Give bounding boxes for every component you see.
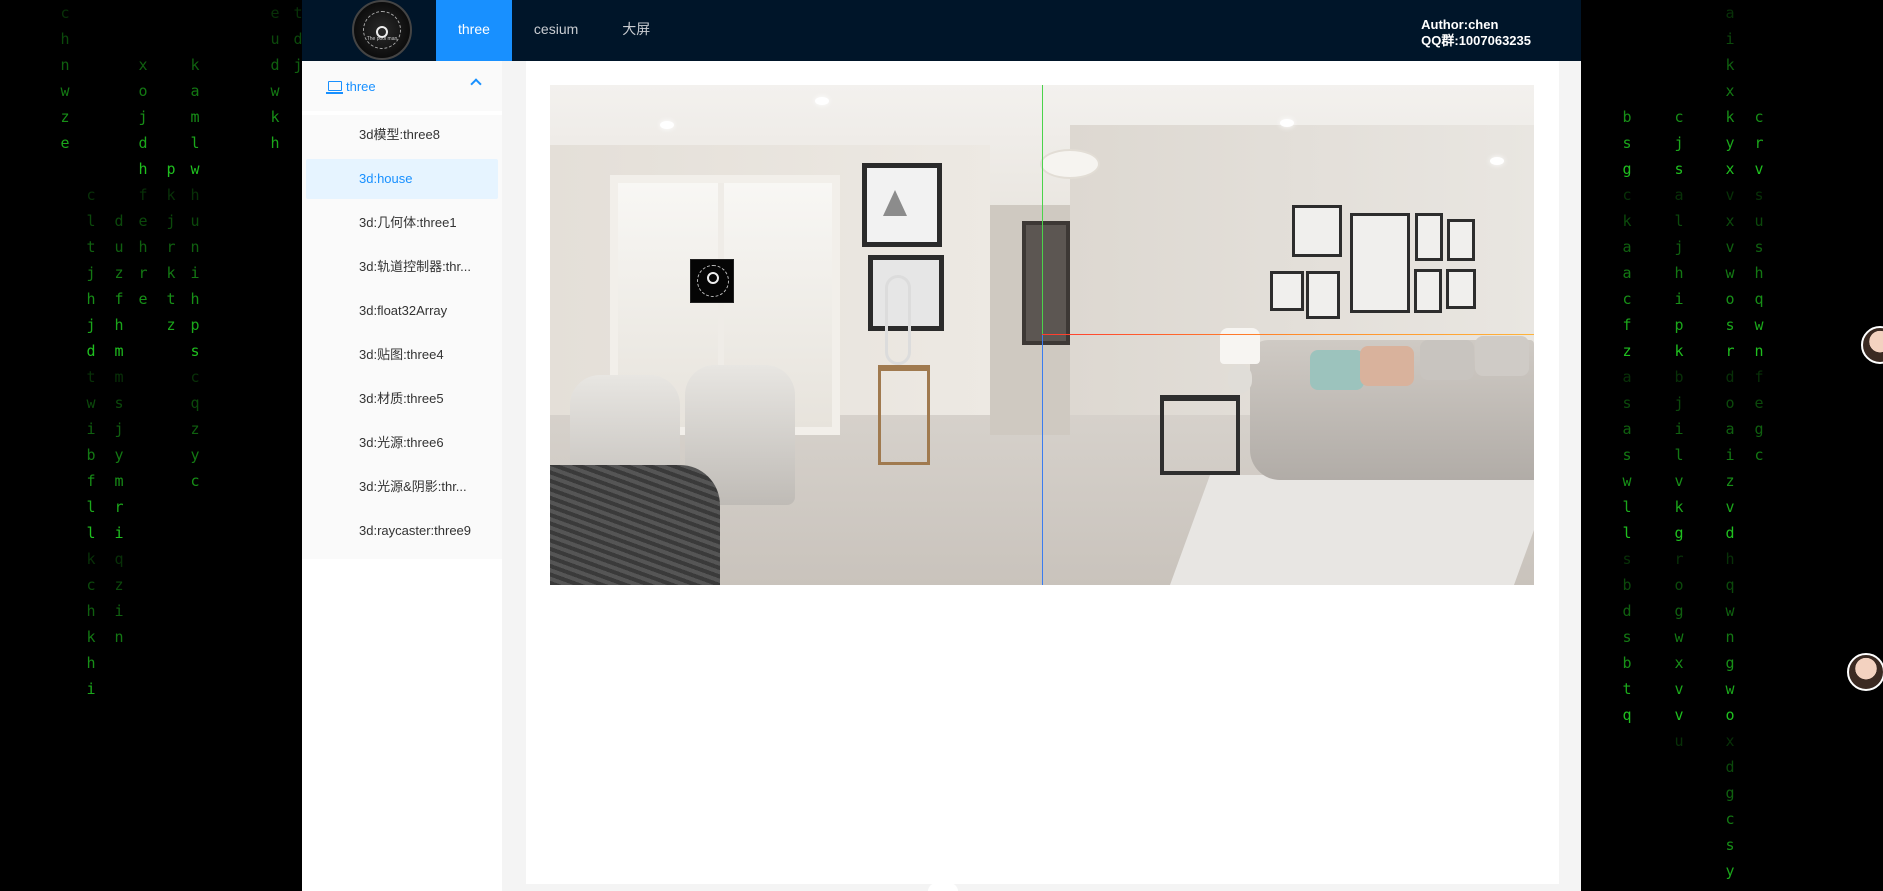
laptop-icon: [326, 81, 343, 94]
scene-wall-art: [1270, 271, 1304, 311]
axis-z-line: [1042, 335, 1043, 585]
main-content: [526, 61, 1559, 884]
sidebar-item-three6[interactable]: 3d:光源:three6: [306, 423, 498, 463]
scene-logo-sprite[interactable]: [690, 259, 734, 303]
nav-item-three[interactable]: three: [436, 0, 512, 61]
scene-wall-art: [1350, 213, 1410, 313]
scene-picture-frame: [862, 163, 942, 247]
matrix-rain-column: aikxkyxvxvwosrdoaizvdhqwngwoxdgcsy: [1725, 4, 1735, 880]
scene-stand: [878, 365, 930, 465]
scene-wall-art: [1415, 213, 1443, 261]
floating-avatar[interactable]: [1847, 653, 1883, 691]
nav-item-cesium[interactable]: cesium: [512, 0, 600, 61]
scene-wall-art: [1414, 269, 1442, 313]
axis-y-line: [1042, 85, 1043, 335]
matrix-rain-column: pkjrktz: [166, 160, 176, 334]
scene-wall-art: [1446, 269, 1476, 309]
matrix-rain-column: xojdhfehre: [138, 56, 148, 308]
scene-dining-table: [550, 465, 720, 585]
sidebar-item-three4[interactable]: 3d:贴图:three4: [306, 335, 498, 375]
top-navbar: The pool man three cesium 大屏 Author:chen…: [302, 0, 1581, 61]
scene-downlight: [815, 97, 829, 105]
submenu-items: 3d模型:three8 3d:house 3d:几何体:three1 3d:轨道…: [302, 115, 502, 559]
matrix-rain-column: bsgckaacfzasaswllsbdsbtq: [1622, 108, 1632, 724]
matrix-rain-column: crvsushqwnfegc: [1754, 108, 1764, 464]
scene-downlight: [660, 121, 674, 129]
scene-cushion: [1310, 350, 1364, 390]
sidebar-item-light-shadow[interactable]: 3d:光源&阴影:thr...: [306, 467, 498, 507]
scene-lamp-base: [1228, 365, 1252, 393]
sidebar-item-three9[interactable]: 3d:raycaster:three9: [306, 511, 498, 551]
floating-avatar[interactable]: [1861, 326, 1883, 364]
scene-downlight: [1490, 157, 1504, 165]
scene-downlight: [1280, 119, 1294, 127]
sidebar-item-float32array[interactable]: 3d:float32Array: [306, 291, 498, 331]
scene-wall-art: [1292, 205, 1342, 257]
sidebar-item-house[interactable]: 3d:house: [306, 159, 498, 199]
logo-mark-icon: [707, 272, 719, 284]
sidebar-item-orbit-controls[interactable]: 3d:轨道控制器:thr...: [306, 247, 498, 287]
top-nav-menu: three cesium 大屏: [436, 0, 672, 61]
matrix-rain-column: duzfhmmsjymriqzin: [114, 212, 124, 646]
scene-ceiling-light: [1040, 149, 1100, 179]
scene-door: [1022, 221, 1070, 345]
author-name: Author:chen: [1421, 17, 1499, 32]
scene-side-table: [1160, 395, 1240, 475]
matrix-rain-column: chnwze: [60, 4, 70, 152]
axis-x-line: [1042, 334, 1534, 335]
author-qq-group: QQ群:1007063235: [1421, 33, 1531, 48]
scene-wall-art: [1306, 271, 1340, 319]
matrix-rain-column: kamlwhunihpscqzyc: [190, 56, 200, 490]
logo-text: The pool man: [366, 36, 398, 42]
sidebar-item-three8[interactable]: 3d模型:three8: [306, 115, 498, 155]
submenu-title-label: three: [346, 78, 376, 94]
matrix-rain-column: eudwkh: [270, 4, 280, 152]
scene-sofa: [1250, 336, 1534, 480]
author-info: Author:chen QQ群:1007063235: [1421, 17, 1531, 49]
matrix-rain-column: cltjhjdtwibfllkchkhi: [86, 186, 96, 698]
matrix-rain-column: cjsaljhipkbjilvkgrogwxvvu: [1674, 108, 1684, 750]
sidebar-item-three1[interactable]: 3d:几何体:three1: [306, 203, 498, 243]
scene-cushion: [1420, 340, 1474, 380]
three-canvas[interactable]: [550, 85, 1534, 585]
app-frame: The pool man three cesium 大屏 Author:chen…: [302, 0, 1581, 891]
scene-rug: [1169, 475, 1534, 585]
sidebar-item-three5[interactable]: 3d:材质:three5: [306, 379, 498, 419]
scene-wall-art: [1447, 219, 1475, 261]
scene-cushion: [1360, 346, 1414, 386]
scene-cushion: [1475, 336, 1529, 376]
sidebar: three 3d模型:three8 3d:house 3d:几何体:three1…: [302, 61, 502, 891]
brand-logo[interactable]: The pool man: [352, 0, 412, 60]
submenu-three[interactable]: three: [302, 61, 502, 111]
nav-item-dashboard[interactable]: 大屏: [600, 0, 672, 61]
scene-vase: [885, 275, 911, 365]
chevron-up-icon: [470, 78, 482, 90]
